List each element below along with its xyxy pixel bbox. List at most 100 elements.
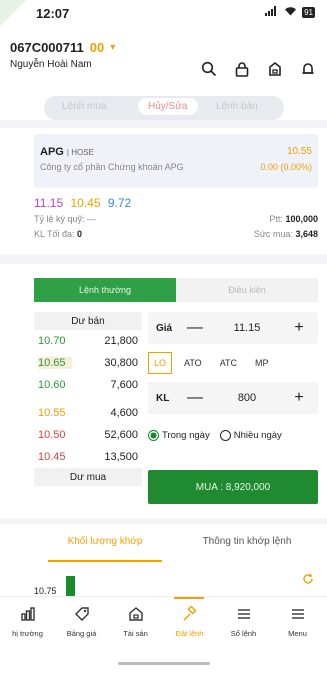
info-row-margin: Tỷ lệ ký quỹ: — Ptt: 100,000 bbox=[34, 214, 318, 224]
stock-symbol: APG bbox=[40, 146, 64, 158]
bid-price: 10.55 bbox=[38, 407, 66, 419]
bid-price: 10.45 bbox=[38, 451, 66, 463]
price-label: Giá bbox=[156, 322, 173, 334]
quantity-label: KL bbox=[156, 392, 170, 404]
tab-cancel-edit[interactable]: Hủy/Sửa bbox=[138, 98, 198, 115]
order-type-tabs: Lệnh thường Điều kiện bbox=[34, 278, 318, 302]
stock-change: 0.00 (0.00%) bbox=[260, 162, 312, 172]
divider bbox=[0, 518, 327, 524]
bid-row[interactable]: 10.50 52,600 bbox=[34, 424, 142, 446]
quantity-input[interactable]: 800 bbox=[206, 392, 288, 404]
nav-item-place-order[interactable]: Đặt lệnh bbox=[162, 597, 217, 653]
quantity-decrease-button[interactable]: — bbox=[184, 389, 206, 407]
nav-item-menu[interactable]: Menu bbox=[270, 597, 325, 653]
search-icon[interactable] bbox=[200, 60, 218, 78]
ask-volume: 30,800 bbox=[104, 357, 138, 369]
stock-card[interactable]: APG | HOSE Công ty cổ phần Chứng khoán A… bbox=[34, 134, 318, 188]
nav-label: Số lệnh bbox=[230, 629, 257, 638]
ask-price: 10.60 bbox=[38, 379, 66, 391]
bid-volume: 13,500 bbox=[104, 451, 138, 463]
bid-volume: 4,600 bbox=[110, 407, 138, 419]
tab-buy[interactable]: Lệnh mua bbox=[62, 101, 106, 112]
nav-item-order-book[interactable]: Số lệnh bbox=[216, 597, 271, 653]
nav-label: Tài sản bbox=[123, 629, 148, 638]
price-type-atc[interactable]: ATC bbox=[214, 352, 243, 374]
header-actions bbox=[200, 60, 317, 78]
status-icons: 91 bbox=[265, 6, 315, 19]
margin-label: Tỷ lệ ký quỹ: bbox=[34, 214, 85, 224]
buying-power-label: Sức mua: bbox=[253, 229, 293, 239]
assets-icon[interactable] bbox=[266, 60, 284, 78]
price-type-selector: LO ATO ATC MP bbox=[148, 352, 318, 374]
bottom-nav: hị trường Bảng giá Tài sản Đặt lệnh Số l… bbox=[0, 596, 327, 652]
radio-checked-icon bbox=[148, 430, 159, 441]
ask-volume: 7,600 bbox=[110, 379, 138, 391]
validity-today-option[interactable]: Trong ngày bbox=[148, 430, 210, 441]
bid-header: Dư mua bbox=[34, 468, 142, 486]
list-icon bbox=[236, 605, 252, 623]
reference-price: 10.45 bbox=[70, 196, 101, 210]
stock-price: 10.55 bbox=[286, 146, 312, 157]
bid-row[interactable]: 10.45 13,500 bbox=[34, 446, 142, 468]
match-info-tabs: Khối lượng khớp Thông tin khớp lệnh bbox=[34, 532, 318, 562]
price-field: Giá — 11.15 + bbox=[148, 312, 318, 344]
price-input[interactable]: 11.15 bbox=[206, 322, 288, 334]
home-indicator[interactable] bbox=[118, 662, 210, 665]
nav-label: hị trường bbox=[12, 629, 43, 638]
stock-code: APG | HOSE bbox=[40, 146, 94, 158]
ptt-value: 100,000 bbox=[285, 214, 318, 224]
status-time: 12:07 bbox=[36, 6, 70, 21]
validity-multi-day-option[interactable]: Nhiều ngày bbox=[219, 430, 282, 442]
ask-row[interactable]: 10.70 21,800 bbox=[34, 330, 142, 352]
ask-row[interactable]: 10.60 7,600 bbox=[34, 374, 142, 396]
radio-unchecked-icon bbox=[219, 430, 231, 441]
info-row-qty: KL Tối đa: 0 Sức mua: 3,648 bbox=[34, 229, 318, 239]
price-type-ato[interactable]: ATO bbox=[178, 352, 208, 374]
ask-price: 10.65 bbox=[38, 357, 72, 369]
price-type-mp[interactable]: MP bbox=[249, 352, 275, 374]
quantity-increase-button[interactable]: + bbox=[288, 389, 310, 407]
order-mode-tabs: Lệnh mua Hủy/Sửa Lệnh bán bbox=[44, 96, 284, 120]
buy-button[interactable]: MUA : 8,920,000 bbox=[148, 470, 318, 504]
volume-price-label: 10.75 bbox=[34, 586, 57, 596]
ask-header: Dư bán bbox=[34, 312, 142, 330]
margin-value: — bbox=[87, 214, 97, 224]
validity-multi-day-label: Nhiều ngày bbox=[233, 430, 282, 442]
account-selector[interactable]: 067C000711 00 ▾ Nguyễn Hoài Nam bbox=[10, 40, 115, 70]
debug-ribbon bbox=[0, 0, 26, 26]
price-decrease-button[interactable]: — bbox=[184, 319, 206, 337]
signal-icon bbox=[265, 6, 279, 19]
divider bbox=[0, 254, 327, 264]
ceiling-price: 11.15 bbox=[34, 196, 64, 210]
volume-bar bbox=[66, 576, 75, 596]
tab-normal-order[interactable]: Lệnh thường bbox=[34, 278, 176, 302]
tab-sell[interactable]: Lệnh bán bbox=[216, 101, 258, 112]
refresh-icon[interactable] bbox=[301, 572, 315, 586]
ptt-label: Ptt: bbox=[269, 214, 283, 224]
tag-icon bbox=[74, 605, 90, 623]
order-book: Dư bán 10.70 21,800 10.65 30,800 10.60 7… bbox=[34, 312, 142, 486]
lock-icon[interactable] bbox=[233, 60, 251, 78]
tab-match-info[interactable]: Thông tin khớp lệnh bbox=[176, 532, 318, 562]
notification-bell-icon[interactable] bbox=[299, 60, 317, 78]
bid-row[interactable]: 10.55 4,600 bbox=[34, 402, 142, 424]
nav-label: Bảng giá bbox=[66, 629, 97, 638]
nav-item-price-board[interactable]: Bảng giá bbox=[54, 597, 109, 653]
tab-matched-volume[interactable]: Khối lượng khớp bbox=[34, 532, 176, 562]
max-qty-value: 0 bbox=[77, 229, 83, 239]
nav-item-assets[interactable]: Tài sản bbox=[108, 597, 163, 653]
price-limits: 11.15 10.45 9.72 bbox=[34, 196, 131, 210]
floor-price: 9.72 bbox=[107, 196, 132, 210]
bid-price: 10.50 bbox=[38, 429, 66, 441]
order-form: Giá — 11.15 + LO ATO ATC MP KL — 800 + T… bbox=[148, 312, 318, 504]
bid-volume: 52,600 bbox=[104, 429, 138, 441]
ask-row[interactable]: 10.65 30,800 bbox=[34, 352, 142, 374]
nav-label: Menu bbox=[288, 629, 307, 638]
tab-conditional-order[interactable]: Điều kiện bbox=[176, 278, 318, 302]
nav-label: Đặt lệnh bbox=[175, 629, 204, 638]
price-type-lo[interactable]: LO bbox=[148, 352, 173, 374]
price-increase-button[interactable]: + bbox=[288, 319, 310, 337]
nav-item-market[interactable]: hị trường bbox=[0, 597, 55, 653]
buying-power-value: 3,648 bbox=[295, 229, 318, 239]
ask-price: 10.70 bbox=[38, 335, 66, 347]
